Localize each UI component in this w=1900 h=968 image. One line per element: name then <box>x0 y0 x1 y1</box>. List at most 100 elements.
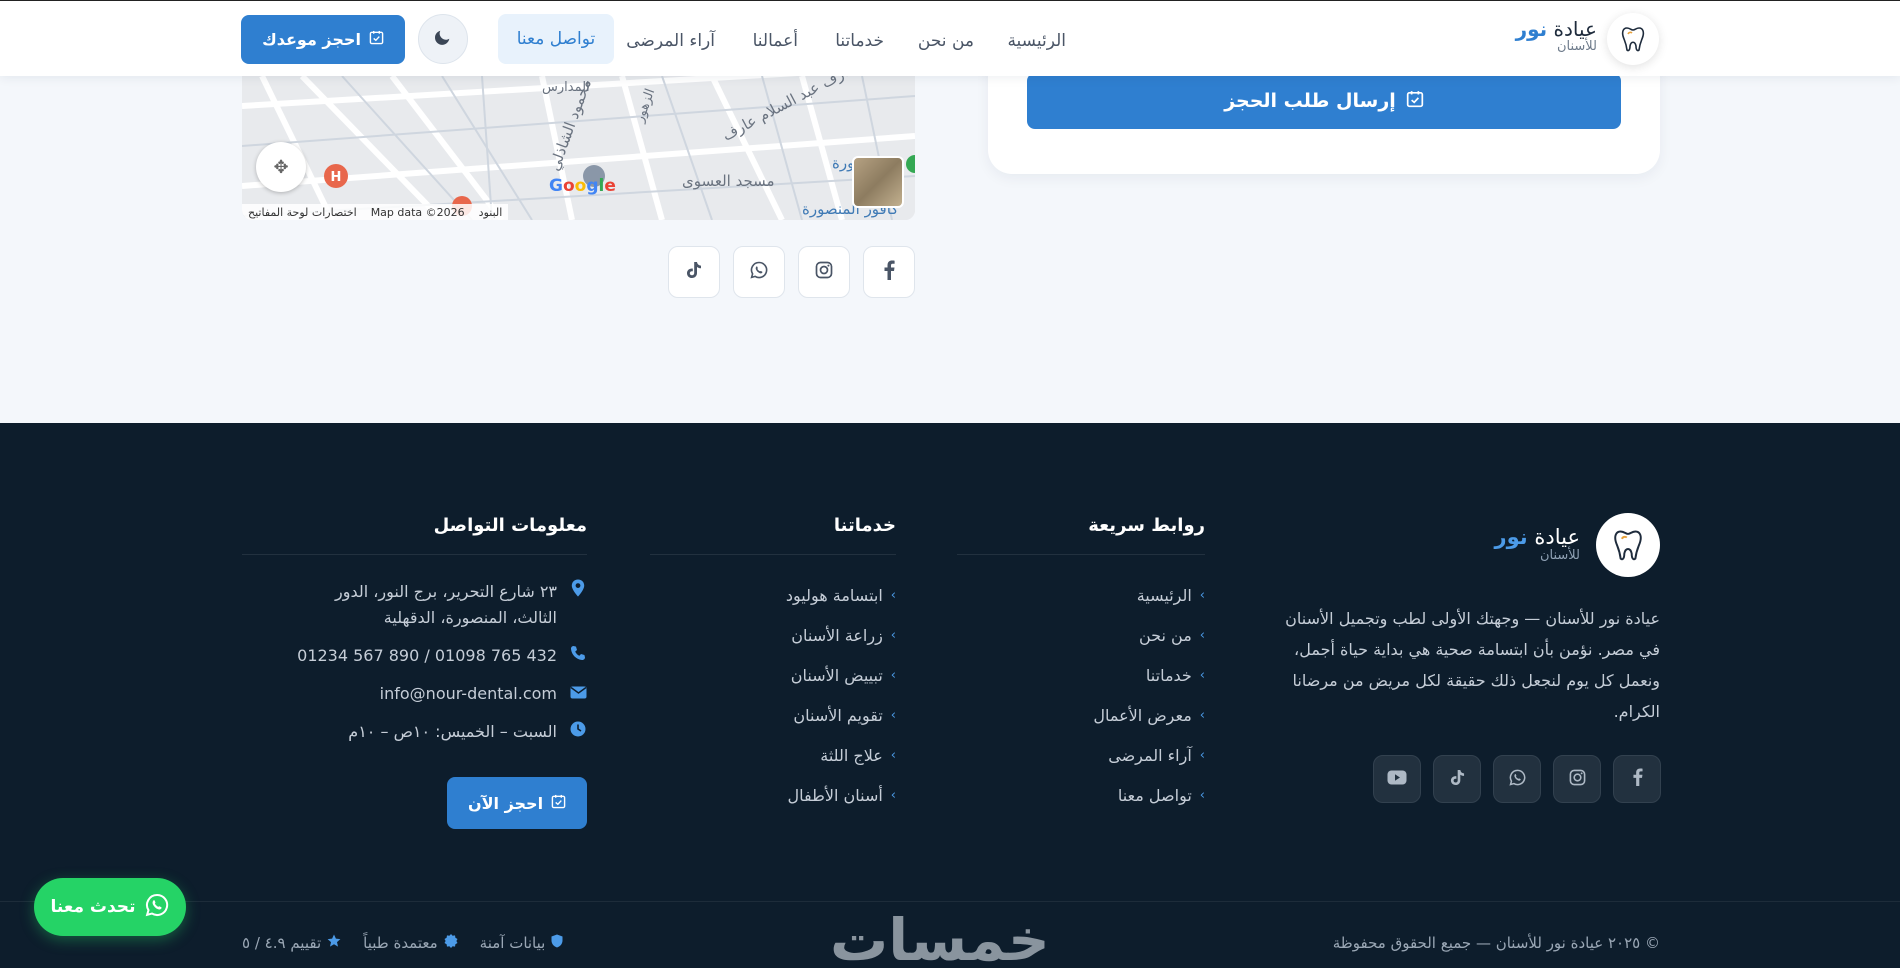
contact-column: معلومات التواصل ٢٣ شارع التحرير، برج الن… <box>242 515 587 757</box>
service-link[interactable]: › ابتسامة هوليود <box>650 575 896 615</box>
submit-booking-label: إرسال طلب الحجز <box>1224 90 1396 112</box>
map-terms-link[interactable]: البنود <box>479 206 503 219</box>
footer-bottom-bar: © ٢٠٢٥ عيادة نور للأسنان — جميع الحقوق م… <box>0 901 1900 968</box>
certificate-icon <box>444 934 458 952</box>
dark-mode-toggle[interactable] <box>418 14 468 64</box>
whatsapp-icon <box>750 261 768 283</box>
quick-links-title: روابط سريعة <box>957 515 1205 555</box>
footer-instagram-link[interactable] <box>1553 755 1601 803</box>
quick-link-about[interactable]: › من نحن <box>957 615 1205 655</box>
facebook-link[interactable] <box>863 246 915 298</box>
quick-links-column: روابط سريعة › الرئيسية › من نحن › خدماتنا ›… <box>957 515 1205 815</box>
contact-email[interactable]: info@nour-dental.com <box>242 681 587 707</box>
instagram-icon <box>815 261 833 283</box>
nav-testimonials[interactable]: آراء المرضى <box>626 31 715 51</box>
service-link[interactable]: › علاج اللثة <box>650 735 896 775</box>
submit-booking-button[interactable]: إرسال طلب الحجز <box>1027 73 1621 129</box>
contact-email-text: info@nour-dental.com <box>379 684 557 703</box>
chevron-left-icon: › <box>1199 587 1205 603</box>
chevron-left-icon: › <box>890 627 896 643</box>
service-link[interactable]: › تقويم الأسنان <box>650 695 896 735</box>
footer-book-now-button[interactable]: احجز الآن <box>447 777 587 829</box>
footer-whatsapp-link[interactable] <box>1493 755 1541 803</box>
header-brand[interactable]: عيادة نور للأسنان <box>1516 18 1597 54</box>
footer-brand-name: عيادة نور <box>1494 525 1580 549</box>
tiktok-link[interactable] <box>668 246 720 298</box>
brand-name-accent: نور <box>1515 17 1548 41</box>
services-title: خدماتنا <box>650 515 896 555</box>
footer-book-now-label: احجز الآن <box>467 793 544 813</box>
map-pin-icon <box>569 579 587 605</box>
instagram-link[interactable] <box>798 246 850 298</box>
service-link[interactable]: › أسنان الأطفال <box>650 775 897 815</box>
chevron-left-icon: › <box>1199 627 1205 643</box>
chevron-left-icon: › <box>890 707 896 723</box>
map-pan-control[interactable]: ✥ <box>256 142 306 192</box>
whatsapp-chat-button[interactable]: تحدث معنا <box>34 878 186 936</box>
quick-link-services[interactable]: › خدماتنا <box>957 655 1205 695</box>
chevron-left-icon: › <box>890 667 896 683</box>
services-column: خدماتنا › ابتسامة هوليود › زراعة الأسنان ›… <box>650 515 896 815</box>
service-link[interactable]: › تبييض الأسنان <box>650 655 896 695</box>
quick-link-contact[interactable]: › تواصل معنا <box>957 775 1205 815</box>
footer-about-text: عيادة نور للأسنان — وجهتك الأولى لطب وتج… <box>1285 609 1660 721</box>
service-link[interactable]: › زراعة الأسنان <box>650 615 896 655</box>
location-map[interactable]: H السلام عارف عبد السلام عارف مسجد العسو… <box>242 76 915 220</box>
move-arrows-icon: ✥ <box>273 156 289 178</box>
map-footer: البنود Map data ©2026 اختصارات لوحة المف… <box>242 204 509 220</box>
quick-link-label: آراء المرضى <box>1108 745 1192 765</box>
footer-youtube-link[interactable] <box>1373 755 1421 803</box>
footer-brand[interactable]: عيادة نور للأسنان <box>1494 525 1580 564</box>
site-header: عيادة نور للأسنان الرئيسية من نحن خدماتن… <box>0 1 1900 76</box>
nav-contact[interactable]: تواصل معنا <box>498 14 614 64</box>
footer-brand-name-part: عيادة <box>1534 525 1580 549</box>
brand-name-part: عيادة <box>1553 17 1597 41</box>
chevron-left-icon: › <box>890 747 896 763</box>
badge-certified-label: معتمدة طبياً <box>363 934 438 952</box>
header-book-button[interactable]: احجز موعدك <box>241 15 405 64</box>
calendar-check-icon <box>551 794 566 813</box>
badge-secure-label: بيانات آمنة <box>479 934 546 952</box>
quick-link-label: الرئيسية <box>1136 585 1192 605</box>
map-place-label: المدارس <box>542 80 590 95</box>
quick-link-label: خدماتنا <box>1145 665 1192 685</box>
whatsapp-link[interactable] <box>733 246 785 298</box>
nav-services[interactable]: خدماتنا <box>835 31 884 51</box>
contact-address-text: ٢٣ شارع التحرير، برج النور، الدور الثالث… <box>334 582 557 627</box>
service-label: علاج اللثة <box>820 745 883 765</box>
trust-badges: بيانات آمنة معتمدة طبياً تقييم ٤.٩ / ٥ <box>242 934 563 952</box>
tiktok-icon <box>1450 769 1465 790</box>
youtube-icon <box>1387 770 1407 789</box>
header-book-label: احجز موعدك <box>262 30 361 49</box>
map-shortcuts-link[interactable]: اختصارات لوحة المفاتيح <box>248 206 357 219</box>
quick-link-label: من نحن <box>1139 625 1192 645</box>
footer-brand-subtitle: للأسنان <box>1539 548 1580 564</box>
quick-link-testimonials[interactable]: › آراء المرضى <box>957 735 1205 775</box>
footer-tooth-logo-icon[interactable] <box>1596 513 1660 577</box>
calendar-check-icon <box>369 30 384 49</box>
window-top-border <box>0 0 1900 1</box>
moon-icon <box>434 28 452 50</box>
instagram-icon <box>1569 769 1586 790</box>
footer-brand-name-accent: نور <box>1494 525 1528 549</box>
contact-title: معلومات التواصل <box>242 515 587 555</box>
whatsapp-icon <box>145 893 169 922</box>
whatsapp-chat-label: تحدث معنا <box>50 897 136 917</box>
footer-tiktok-link[interactable] <box>1433 755 1481 803</box>
satellite-view-toggle[interactable] <box>852 156 904 208</box>
badge-rating: تقييم ٤.٩ / ٥ <box>242 934 341 952</box>
envelope-icon <box>569 681 587 707</box>
brand-name: عيادة نور <box>1516 18 1597 40</box>
quick-link-home[interactable]: › الرئيسية <box>957 575 1205 615</box>
nav-home[interactable]: الرئيسية <box>1007 31 1066 51</box>
tooth-logo-icon[interactable] <box>1607 13 1659 65</box>
nav-portfolio[interactable]: أعمالنا <box>753 31 798 51</box>
quick-link-label: تواصل معنا <box>1117 785 1192 805</box>
contact-phone[interactable]: 01234 567 890 / 01098 765 432 <box>242 643 587 669</box>
nav-about[interactable]: من نحن <box>918 31 974 51</box>
service-label: أسنان الأطفال <box>787 785 883 805</box>
quick-link-gallery[interactable]: › معرض الأعمال <box>957 695 1205 735</box>
footer-facebook-link[interactable] <box>1613 755 1661 803</box>
shield-icon <box>551 934 563 952</box>
clock-icon <box>569 719 587 745</box>
